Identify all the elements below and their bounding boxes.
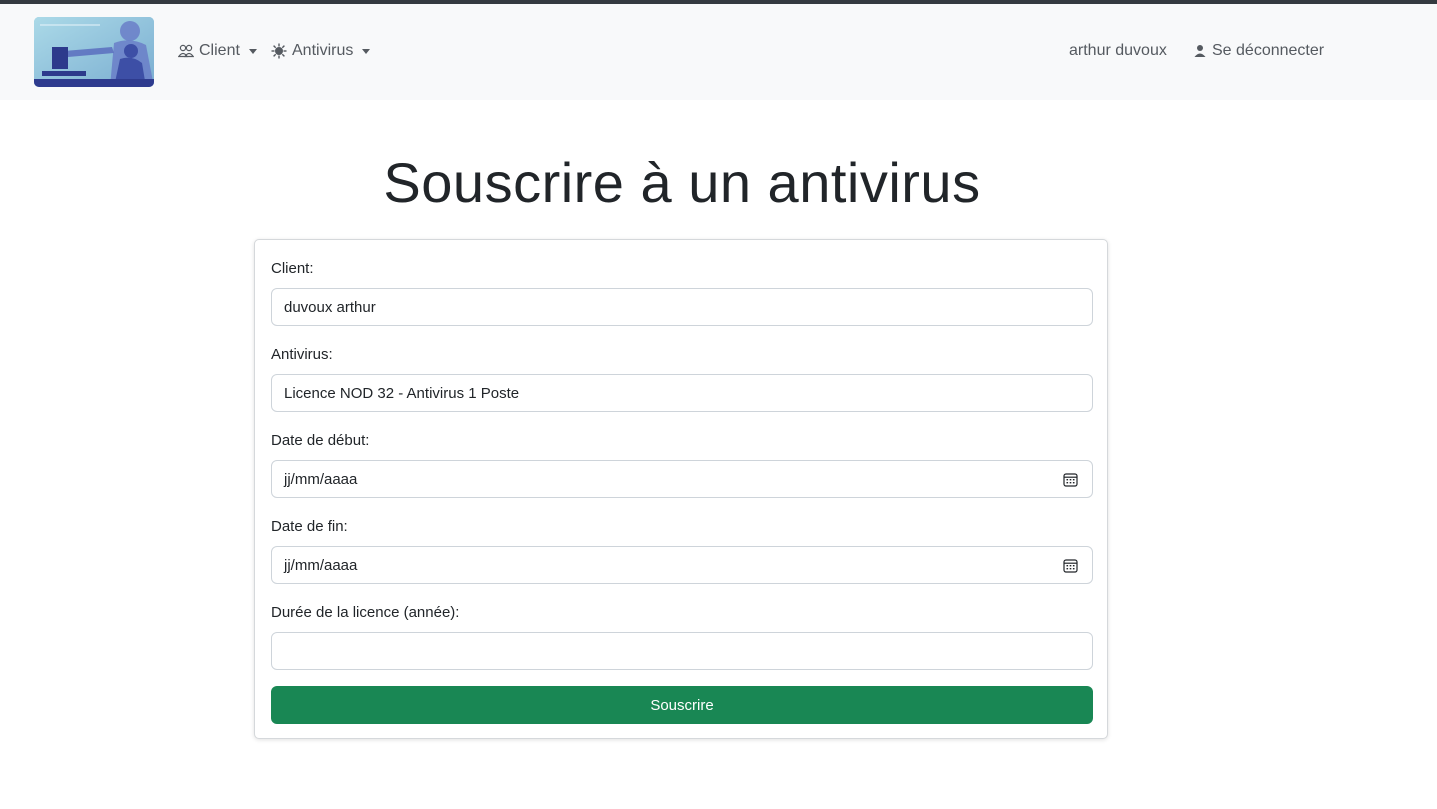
nav-antivirus-dropdown[interactable]: Antivirus bbox=[271, 42, 371, 60]
nav-user-name[interactable]: arthur duvoux bbox=[1069, 42, 1167, 60]
logout-label: Se déconnecter bbox=[1212, 42, 1325, 59]
people-icon bbox=[178, 44, 194, 58]
client-field[interactable]: duvoux arthur bbox=[271, 288, 1093, 326]
start-date-label: Date de début: bbox=[271, 432, 370, 449]
calendar-icon[interactable] bbox=[1063, 558, 1078, 573]
page-title: Souscrire à un antivirus bbox=[383, 151, 981, 214]
start-date-field[interactable]: jj/mm/aaaa bbox=[271, 460, 1093, 498]
subscribe-button-label: Souscrire bbox=[650, 696, 714, 714]
start-date-placeholder: jj/mm/aaaa bbox=[284, 470, 358, 488]
logout-link[interactable]: Se déconnecter bbox=[1193, 42, 1324, 60]
chevron-down-icon bbox=[362, 48, 371, 54]
nav-client-label: Client bbox=[199, 42, 240, 59]
end-date-label: Date de fin: bbox=[271, 518, 348, 535]
user-name-label: arthur duvoux bbox=[1069, 42, 1167, 59]
logo-illustration bbox=[34, 17, 154, 87]
nav-client-dropdown[interactable]: Client bbox=[178, 42, 257, 60]
end-date-field[interactable]: jj/mm/aaaa bbox=[271, 546, 1093, 584]
client-value: duvoux arthur bbox=[284, 298, 376, 316]
navbar: Client Antivirus arthur duvoux Se déconn… bbox=[0, 4, 1437, 100]
duration-field[interactable] bbox=[271, 632, 1093, 670]
end-date-placeholder: jj/mm/aaaa bbox=[284, 556, 358, 574]
subscribe-button[interactable]: Souscrire bbox=[271, 686, 1093, 724]
client-label: Client: bbox=[271, 260, 314, 277]
antivirus-label: Antivirus: bbox=[271, 346, 333, 363]
person-icon bbox=[1194, 45, 1206, 57]
chevron-down-icon bbox=[248, 48, 257, 54]
logo-image[interactable] bbox=[34, 17, 154, 87]
antivirus-value: Licence NOD 32 - Antivirus 1 Poste bbox=[284, 384, 520, 402]
nav-antivirus-label: Antivirus bbox=[292, 42, 354, 59]
duration-label: Durée de la licence (année): bbox=[271, 604, 460, 621]
subscription-form: Client: duvoux arthur Antivirus: Licence… bbox=[254, 239, 1108, 739]
antivirus-field[interactable]: Licence NOD 32 - Antivirus 1 Poste bbox=[271, 374, 1093, 412]
virus-icon bbox=[271, 43, 287, 59]
calendar-icon[interactable] bbox=[1063, 472, 1078, 487]
